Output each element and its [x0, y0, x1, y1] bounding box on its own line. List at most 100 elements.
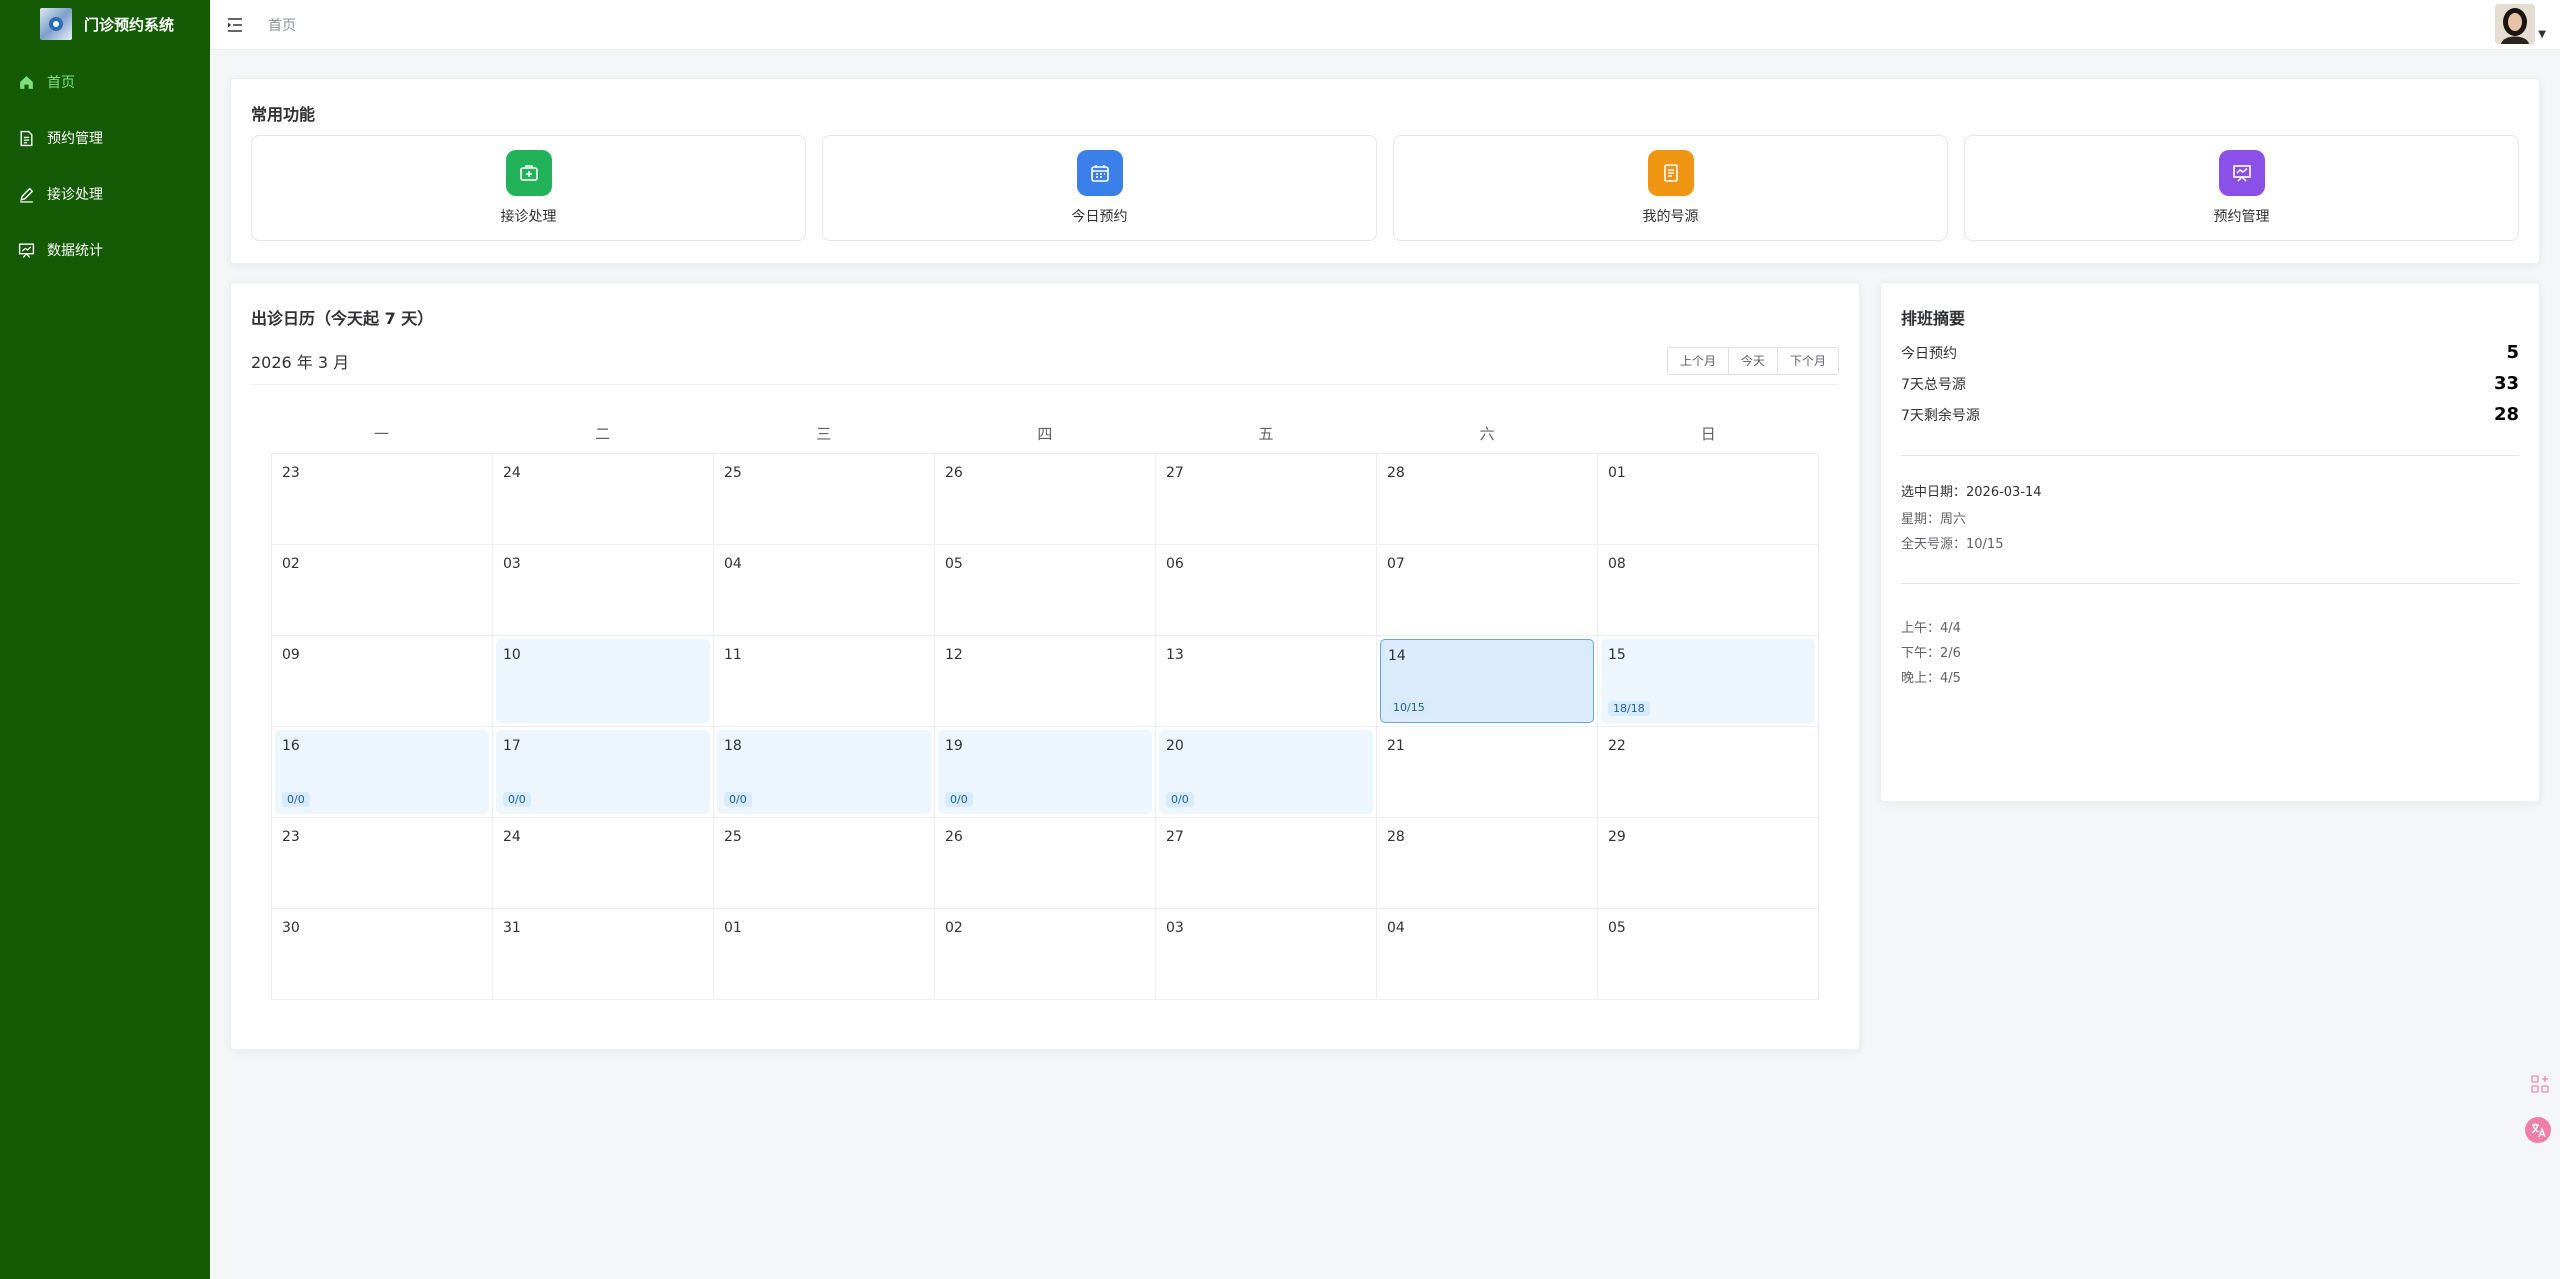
- calendar-day-cell[interactable]: 02: [935, 909, 1156, 1000]
- day-area[interactable]: 24: [496, 457, 710, 541]
- apps-float-button[interactable]: [2530, 1074, 2550, 1098]
- day-area[interactable]: 01: [1601, 457, 1815, 541]
- calendar-day-cell[interactable]: 04: [1377, 909, 1598, 1000]
- day-area[interactable]: 10: [496, 639, 710, 723]
- calendar-day-cell[interactable]: 18 0/0: [714, 727, 935, 818]
- day-area[interactable]: 29: [1601, 821, 1815, 905]
- calendar-day-cell[interactable]: 31: [493, 909, 714, 1000]
- brand[interactable]: 门诊预约系统: [0, 0, 210, 48]
- sidebar-item-home[interactable]: 首页: [0, 54, 210, 110]
- day-area[interactable]: 04: [1380, 912, 1594, 996]
- day-area[interactable]: 31: [496, 912, 710, 996]
- calendar-day-cell[interactable]: 09: [272, 636, 493, 727]
- day-area[interactable]: 11: [717, 639, 931, 723]
- day-area[interactable]: 04: [717, 548, 931, 632]
- calendar-day-cell[interactable]: 01: [1598, 454, 1819, 545]
- day-area[interactable]: 27: [1159, 457, 1373, 541]
- quick-my-slots-button[interactable]: 我的号源: [1393, 135, 1948, 241]
- quick-today-appointments-button[interactable]: 今日预约: [822, 135, 1377, 241]
- day-area[interactable]: 09: [275, 639, 489, 723]
- day-area[interactable]: 03: [1159, 912, 1373, 996]
- sidebar-item-statistics[interactable]: 数据统计: [0, 222, 210, 278]
- day-area[interactable]: 05: [938, 548, 1152, 632]
- calendar-day-cell[interactable]: 28: [1377, 454, 1598, 545]
- day-area[interactable]: 30: [275, 912, 489, 996]
- day-area[interactable]: 12: [938, 639, 1152, 723]
- calendar-day-cell[interactable]: 16 0/0: [272, 727, 493, 818]
- day-area[interactable]: 20 0/0: [1159, 730, 1373, 814]
- day-area[interactable]: 25: [717, 821, 931, 905]
- calendar-day-cell[interactable]: 19 0/0: [935, 727, 1156, 818]
- calendar-day-cell[interactable]: 05: [935, 545, 1156, 636]
- day-area[interactable]: 19 0/0: [938, 730, 1152, 814]
- day-area[interactable]: 13: [1159, 639, 1373, 723]
- prev-month-button[interactable]: 上个月: [1667, 347, 1729, 374]
- quick-consultation-button[interactable]: 接诊处理: [251, 135, 806, 241]
- calendar-day-cell[interactable]: 26: [935, 818, 1156, 909]
- calendar-day-cell[interactable]: 11: [714, 636, 935, 727]
- calendar-day-cell[interactable]: 02: [272, 545, 493, 636]
- calendar-day-cell[interactable]: 06: [1156, 545, 1377, 636]
- calendar-day-cell[interactable]: 23: [272, 818, 493, 909]
- calendar-day-cell[interactable]: 23: [272, 454, 493, 545]
- day-area[interactable]: 25: [717, 457, 931, 541]
- day-area[interactable]: 03: [496, 548, 710, 632]
- calendar-day-cell[interactable]: 24: [493, 818, 714, 909]
- sidebar-item-appointments[interactable]: 预约管理: [0, 110, 210, 166]
- calendar-day-cell[interactable]: 15 18/18: [1598, 636, 1819, 727]
- menu-fold-button[interactable]: [226, 15, 246, 35]
- day-area[interactable]: 28: [1380, 457, 1594, 541]
- day-area[interactable]: 21: [1380, 730, 1594, 814]
- calendar-day-cell[interactable]: 05: [1598, 909, 1819, 1000]
- day-area[interactable]: 01: [717, 912, 931, 996]
- day-area[interactable]: 07: [1380, 548, 1594, 632]
- calendar-day-cell[interactable]: 25: [714, 454, 935, 545]
- calendar-day-cell[interactable]: 07: [1377, 545, 1598, 636]
- day-area[interactable]: 28: [1380, 821, 1594, 905]
- day-area[interactable]: 05: [1601, 912, 1815, 996]
- calendar-day-cell[interactable]: 10: [493, 636, 714, 727]
- day-area[interactable]: 15 18/18: [1601, 639, 1815, 723]
- day-area[interactable]: 26: [938, 821, 1152, 905]
- calendar-day-cell[interactable]: 04: [714, 545, 935, 636]
- calendar-day-cell[interactable]: 03: [493, 545, 714, 636]
- sidebar-item-consultation[interactable]: 接诊处理: [0, 166, 210, 222]
- calendar-day-cell[interactable]: 30: [272, 909, 493, 1000]
- breadcrumb[interactable]: 首页: [268, 15, 296, 35]
- day-area[interactable]: 18 0/0: [717, 730, 931, 814]
- day-area[interactable]: 17 0/0: [496, 730, 710, 814]
- day-area[interactable]: 23: [275, 821, 489, 905]
- calendar-day-cell[interactable]: 14 10/15: [1377, 636, 1598, 727]
- translate-float-button[interactable]: [2524, 1116, 2552, 1148]
- calendar-day-cell[interactable]: 13: [1156, 636, 1377, 727]
- day-area[interactable]: 26: [938, 457, 1152, 541]
- calendar-day-cell[interactable]: 26: [935, 454, 1156, 545]
- calendar-day-cell[interactable]: 28: [1377, 818, 1598, 909]
- day-area[interactable]: 16 0/0: [275, 730, 489, 814]
- day-area[interactable]: 02: [938, 912, 1152, 996]
- day-area[interactable]: 02: [275, 548, 489, 632]
- day-area[interactable]: 22: [1601, 730, 1815, 814]
- selected-day[interactable]: 14 10/15: [1380, 639, 1594, 723]
- calendar-day-cell[interactable]: 20 0/0: [1156, 727, 1377, 818]
- day-area[interactable]: 23: [275, 457, 489, 541]
- calendar-day-cell[interactable]: 25: [714, 818, 935, 909]
- calendar-day-cell[interactable]: 03: [1156, 909, 1377, 1000]
- calendar-day-cell[interactable]: 08: [1598, 545, 1819, 636]
- calendar-day-cell[interactable]: 27: [1156, 454, 1377, 545]
- user-menu[interactable]: ▼: [2495, 4, 2546, 44]
- day-area[interactable]: 27: [1159, 821, 1373, 905]
- calendar-day-cell[interactable]: 24: [493, 454, 714, 545]
- calendar-day-cell[interactable]: 17 0/0: [493, 727, 714, 818]
- calendar-day-cell[interactable]: 21: [1377, 727, 1598, 818]
- day-area[interactable]: 06: [1159, 548, 1373, 632]
- today-button[interactable]: 今天: [1728, 347, 1778, 374]
- calendar-day-cell[interactable]: 12: [935, 636, 1156, 727]
- calendar-day-cell[interactable]: 01: [714, 909, 935, 1000]
- calendar-day-cell[interactable]: 22: [1598, 727, 1819, 818]
- day-area[interactable]: 08: [1601, 548, 1815, 632]
- calendar-day-cell[interactable]: 29: [1598, 818, 1819, 909]
- day-area[interactable]: 24: [496, 821, 710, 905]
- calendar-day-cell[interactable]: 27: [1156, 818, 1377, 909]
- next-month-button[interactable]: 下个月: [1777, 347, 1838, 374]
